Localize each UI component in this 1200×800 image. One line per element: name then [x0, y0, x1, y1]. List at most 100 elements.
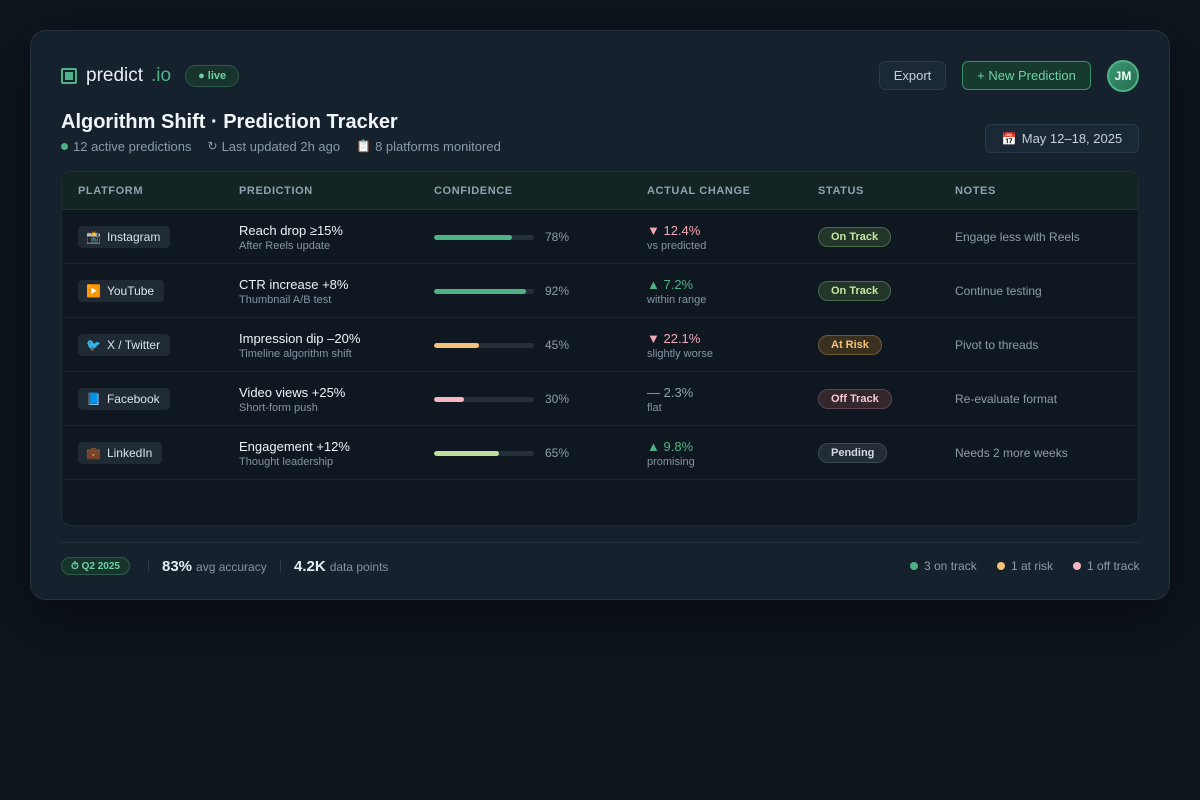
avg-accuracy-label: avg accuracy	[196, 560, 267, 574]
actual-change-subtext: vs predicted	[647, 240, 707, 252]
legend-on-track: 3 on track	[910, 559, 977, 573]
date-range-button[interactable]: 📅 May 12–18, 2025	[985, 124, 1139, 153]
legend-dot-icon	[997, 562, 1005, 570]
actual-change-subtext: slightly worse	[647, 348, 714, 360]
confidence-value: 78%	[545, 230, 570, 244]
export-button[interactable]: Export	[879, 61, 946, 90]
avg-accuracy-value: 83%	[162, 558, 193, 575]
table-row[interactable]: 📘 Facebook Video views +25% Short-form push…	[62, 372, 1138, 426]
confidence-bar-fill	[434, 235, 512, 240]
note-text: Continue testing	[955, 284, 1042, 298]
table-row[interactable]: 📸 Instagram Reach drop ≥15% After Reels upd…	[62, 210, 1138, 264]
platform-icon: 💼	[86, 446, 101, 460]
platform-icon: ▶️	[86, 284, 101, 298]
live-badge: ● live	[185, 65, 240, 87]
column-header-notes[interactable]: NOTES	[955, 185, 996, 197]
platform-name: X / Twitter	[106, 338, 161, 352]
column-header-actual-change[interactable]: ACTUAL CHANGE	[647, 185, 751, 197]
legend-label: 3 on track	[924, 559, 977, 573]
platform-name: Instagram	[106, 230, 161, 244]
last-updated-text: Last updated 2h ago	[221, 138, 341, 154]
prediction-subtext: Short-form push	[239, 402, 318, 414]
brand-suffix: .io	[151, 65, 172, 86]
note-text: Re-evaluate format	[955, 392, 1058, 406]
data-points-label: data points	[329, 560, 389, 574]
confidence-bar-fill	[434, 397, 464, 402]
legend-dot-icon	[910, 562, 918, 570]
prediction-text: Reach drop ≥15%	[239, 223, 343, 238]
confidence-bar	[434, 451, 534, 456]
calendar-icon: 📅	[1001, 131, 1017, 146]
confidence-value: 65%	[545, 446, 570, 460]
note-text: Needs 2 more weeks	[955, 446, 1068, 460]
table-row[interactable]: ▶️ YouTube CTR increase +8% Thumbnail A/B t…	[62, 264, 1138, 318]
platform-icon: 📘	[86, 392, 101, 406]
table-body: 📸 Instagram Reach drop ≥15% After Reels upd…	[62, 210, 1138, 480]
table-row[interactable]: 🐦 X / Twitter Impression dip –20% Timeline …	[62, 318, 1138, 372]
avatar[interactable]: JM	[1107, 60, 1139, 92]
new-prediction-button[interactable]: + New Prediction	[962, 61, 1091, 90]
platform-pill[interactable]: 📘 Facebook	[78, 388, 170, 410]
platform-pill[interactable]: 📸 Instagram	[78, 226, 171, 248]
date-range-text: May 12–18, 2025	[1021, 131, 1123, 146]
confidence-bar-fill	[434, 343, 479, 348]
brand[interactable]: predict .io ● live	[61, 64, 240, 88]
status-badge: On Track	[818, 281, 892, 301]
column-header-confidence[interactable]: CONFIDENCE	[434, 185, 513, 197]
platforms-monitored: 📋 8 platforms monitored	[356, 139, 501, 154]
table-header: PLATFORM PREDICTION CONFIDENCE ACTUAL CH…	[62, 172, 1138, 210]
last-updated: ↻ Last updated 2h ago	[208, 139, 341, 154]
prediction-text: Video views +25%	[239, 385, 346, 400]
note-text: Pivot to threads	[955, 338, 1039, 352]
confidence-bar	[434, 343, 534, 348]
actual-change-value: ▲ 9.8%	[647, 439, 694, 454]
data-points-stat: 4.2K data points	[294, 558, 388, 575]
confidence-value: 30%	[545, 392, 570, 406]
clipboard-icon: 📋	[356, 139, 372, 153]
prediction-text: CTR increase +8%	[239, 277, 349, 292]
column-header-platform[interactable]: PLATFORM	[78, 185, 143, 197]
platform-name: Facebook	[106, 392, 160, 406]
footer-separator	[280, 560, 281, 572]
active-predictions-text: 12 active predictions	[73, 138, 192, 154]
platform-pill[interactable]: ▶️ YouTube	[78, 280, 165, 302]
platforms-monitored-text: 8 platforms monitored	[375, 138, 501, 154]
footer-divider	[61, 542, 1139, 543]
column-header-prediction[interactable]: PREDICTION	[239, 185, 313, 197]
legend-label: 1 off track	[1087, 559, 1140, 573]
confidence-bar-fill	[434, 451, 499, 456]
status-badge: Off Track	[818, 389, 892, 409]
square-logo-icon	[61, 68, 77, 84]
predictions-table: PLATFORM PREDICTION CONFIDENCE ACTUAL CH…	[61, 171, 1139, 526]
platform-pill[interactable]: 💼 LinkedIn	[78, 442, 163, 464]
status-badge: At Risk	[818, 335, 882, 355]
platform-icon: 🐦	[86, 338, 101, 352]
actual-change-subtext: within range	[647, 294, 707, 306]
prediction-subtext: Thought leadership	[239, 456, 334, 468]
actual-change-subtext: promising	[647, 456, 695, 468]
status-badge: Pending	[818, 443, 888, 463]
confidence-value: 45%	[545, 338, 570, 352]
confidence-bar	[434, 235, 534, 240]
actual-change-value: — 2.3%	[647, 385, 694, 400]
data-points-value: 4.2K	[294, 558, 326, 575]
legend-dot-icon	[1073, 562, 1081, 570]
prediction-subtext: Timeline algorithm shift	[239, 348, 352, 360]
confidence-bar-fill	[434, 289, 526, 294]
table-row[interactable]: 💼 LinkedIn Engagement +12% Thought leadersh…	[62, 426, 1138, 480]
active-predictions: 12 active predictions	[61, 139, 192, 154]
prediction-text: Impression dip –20%	[239, 331, 361, 346]
prediction-tracker-card: predict .io ● live Export + New Predicti…	[30, 30, 1170, 600]
platform-pill[interactable]: 🐦 X / Twitter	[78, 334, 171, 356]
actual-change-value: ▼ 22.1%	[647, 331, 701, 346]
legend-at-risk: 1 at risk	[997, 559, 1053, 573]
page-meta: 12 active predictions ↻ Last updated 2h …	[61, 138, 517, 154]
page-title: Algorithm Shift · Prediction Tracker	[61, 111, 398, 133]
prediction-subtext: After Reels update	[239, 240, 331, 252]
note-text: Engage less with Reels	[955, 230, 1080, 244]
status-dot-icon	[61, 142, 68, 150]
actual-change-subtext: flat	[647, 402, 662, 414]
column-header-status[interactable]: STATUS	[818, 185, 864, 197]
quarter-badge: ⏱ Q2 2025	[61, 557, 130, 575]
platform-name: LinkedIn	[106, 446, 153, 460]
